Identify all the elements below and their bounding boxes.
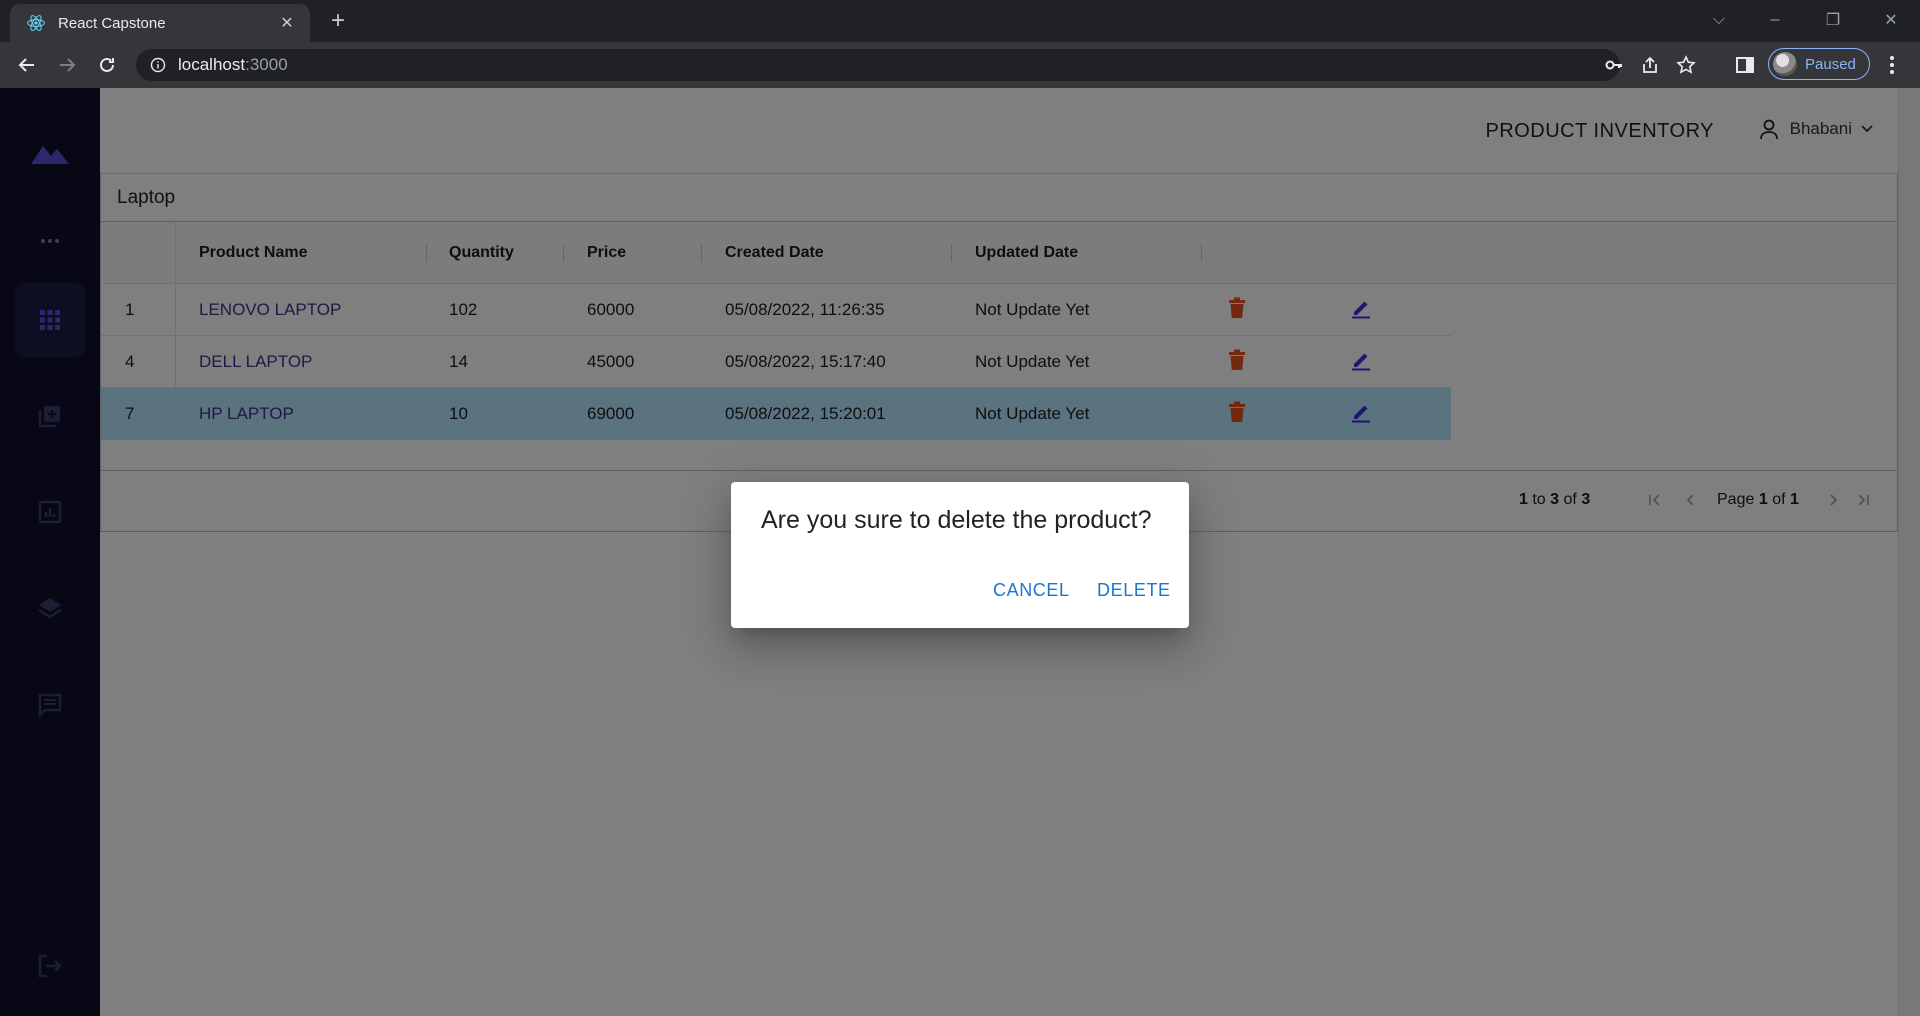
react-favicon-icon — [27, 15, 45, 31]
url-port: :3000 — [245, 55, 288, 74]
forward-arrow-icon — [60, 58, 76, 72]
browser-tab-strip: React Capstone ✕ + ⌵ – ❐ ✕ — [0, 0, 1920, 42]
address-bar[interactable]: localhost:3000 — [136, 49, 1696, 81]
back-button[interactable] — [12, 50, 42, 80]
back-arrow-icon — [18, 58, 34, 72]
side-panel-icon[interactable] — [1735, 55, 1755, 75]
cancel-button[interactable]: CANCEL — [993, 580, 1070, 601]
browser-tab[interactable]: React Capstone ✕ — [10, 4, 310, 42]
minimize-button[interactable]: – — [1760, 6, 1790, 34]
url-host: localhost — [178, 55, 246, 74]
tab-title: React Capstone — [58, 14, 166, 32]
tab-close-icon[interactable]: ✕ — [276, 12, 298, 34]
avatar — [1773, 52, 1797, 76]
new-tab-button[interactable]: + — [324, 8, 352, 36]
site-info-icon[interactable] — [150, 57, 166, 73]
profile-button[interactable]: Paused — [1768, 48, 1870, 80]
forward-button[interactable] — [52, 50, 82, 80]
confirm-delete-dialog: Are you sure to delete the product? CANC… — [731, 482, 1189, 628]
tab-search-icon[interactable]: ⌵ — [1704, 6, 1734, 34]
reload-button[interactable] — [92, 50, 122, 80]
reload-icon — [100, 57, 114, 72]
close-window-button[interactable]: ✕ — [1876, 6, 1906, 34]
bookmark-star-icon[interactable] — [1676, 55, 1696, 75]
profile-status: Paused — [1805, 55, 1856, 73]
restore-button[interactable]: ❐ — [1818, 6, 1848, 34]
share-icon[interactable] — [1640, 55, 1660, 75]
dialog-message: Are you sure to delete the product? — [761, 506, 1152, 534]
browser-menu-icon[interactable] — [1882, 54, 1902, 76]
key-icon[interactable] — [1604, 55, 1624, 75]
browser-toolbar: localhost:3000 Paused — [0, 42, 1920, 88]
delete-button[interactable]: DELETE — [1097, 580, 1171, 601]
app-viewport: PRODUCT INVENTORY Bhabani Laptop Product… — [0, 88, 1920, 1016]
